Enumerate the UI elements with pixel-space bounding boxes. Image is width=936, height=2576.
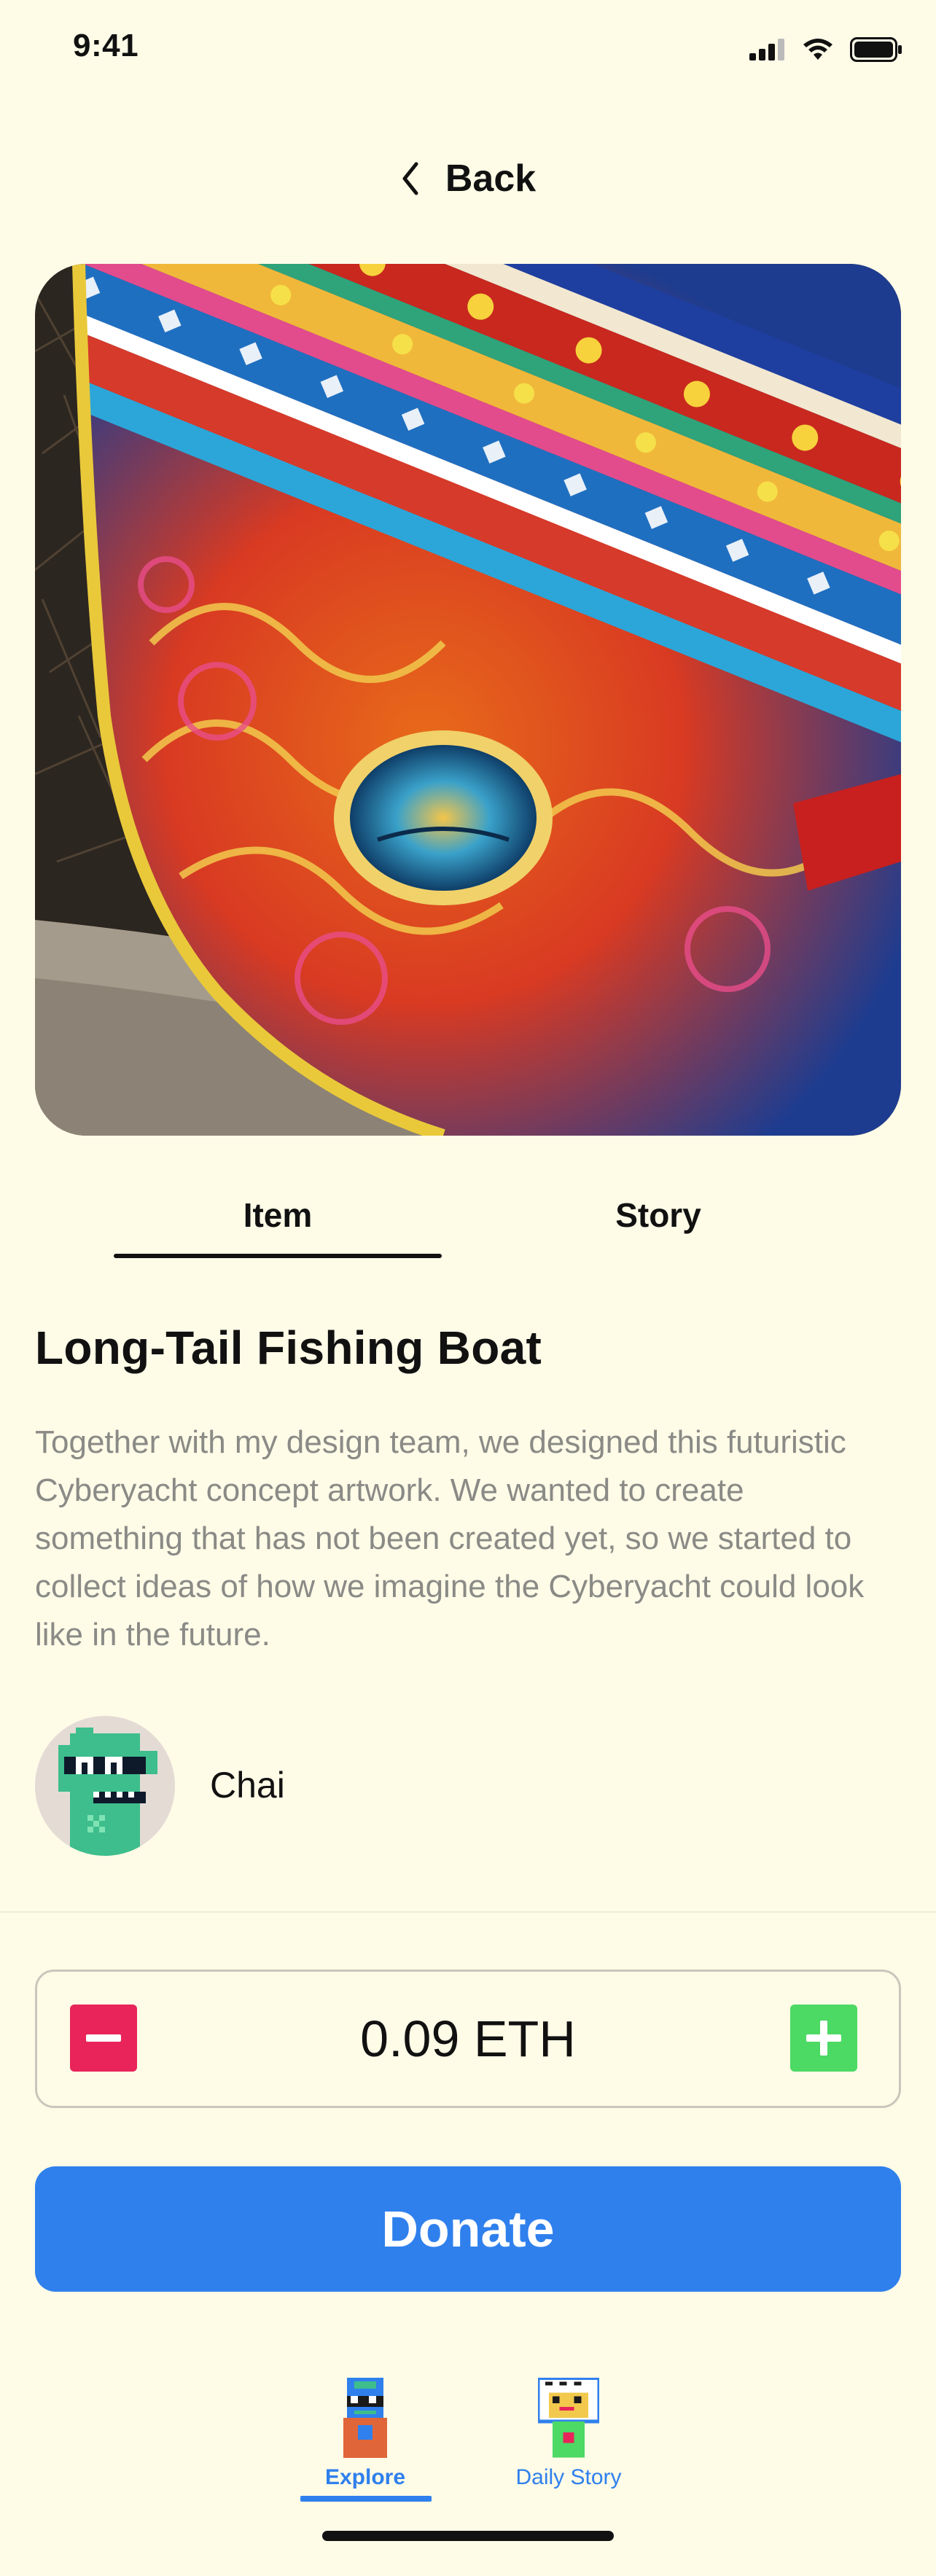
owner-name[interactable]: Chai (210, 1764, 285, 1806)
home-indicator (322, 2531, 614, 2541)
nav-item-daily-story[interactable]: Daily Story (503, 2378, 634, 2509)
increase-amount-button[interactable] (790, 2005, 857, 2072)
pixel-dino-avatar-icon (58, 1728, 157, 1856)
tab-story[interactable]: Story (494, 1190, 822, 1241)
wifi-icon (803, 39, 832, 60)
explore-avatar-icon (343, 2378, 387, 2458)
active-tab-indicator (114, 1254, 442, 1258)
item-image (35, 264, 901, 1136)
back-label: Back (445, 157, 537, 200)
daily-story-avatar-icon (538, 2378, 599, 2458)
chevron-left-icon (402, 162, 418, 195)
donate-button[interactable]: Donate (35, 2166, 901, 2292)
owner-avatar[interactable] (35, 1716, 175, 1856)
nav-label-explore: Explore (324, 2465, 406, 2489)
item-title: Long-Tail Fishing Boat (35, 1322, 542, 1374)
battery-icon (850, 37, 902, 62)
nav-item-explore[interactable]: Explore (299, 2378, 432, 2509)
status-icons (749, 35, 902, 64)
item-description: Together with my design team, we designe… (35, 1424, 865, 1652)
status-time: 9:41 (73, 28, 139, 63)
back-button[interactable]: Back (0, 153, 936, 204)
cellular-signal-icon (749, 39, 784, 61)
decrease-amount-button[interactable] (70, 2005, 137, 2072)
donation-amount[interactable]: 0.09 ETH (219, 2006, 717, 2072)
active-nav-indicator (300, 2496, 432, 2502)
nav-label-daily-story: Daily Story (515, 2465, 622, 2489)
tab-item[interactable]: Item (114, 1190, 442, 1241)
section-divider (0, 1911, 936, 1913)
